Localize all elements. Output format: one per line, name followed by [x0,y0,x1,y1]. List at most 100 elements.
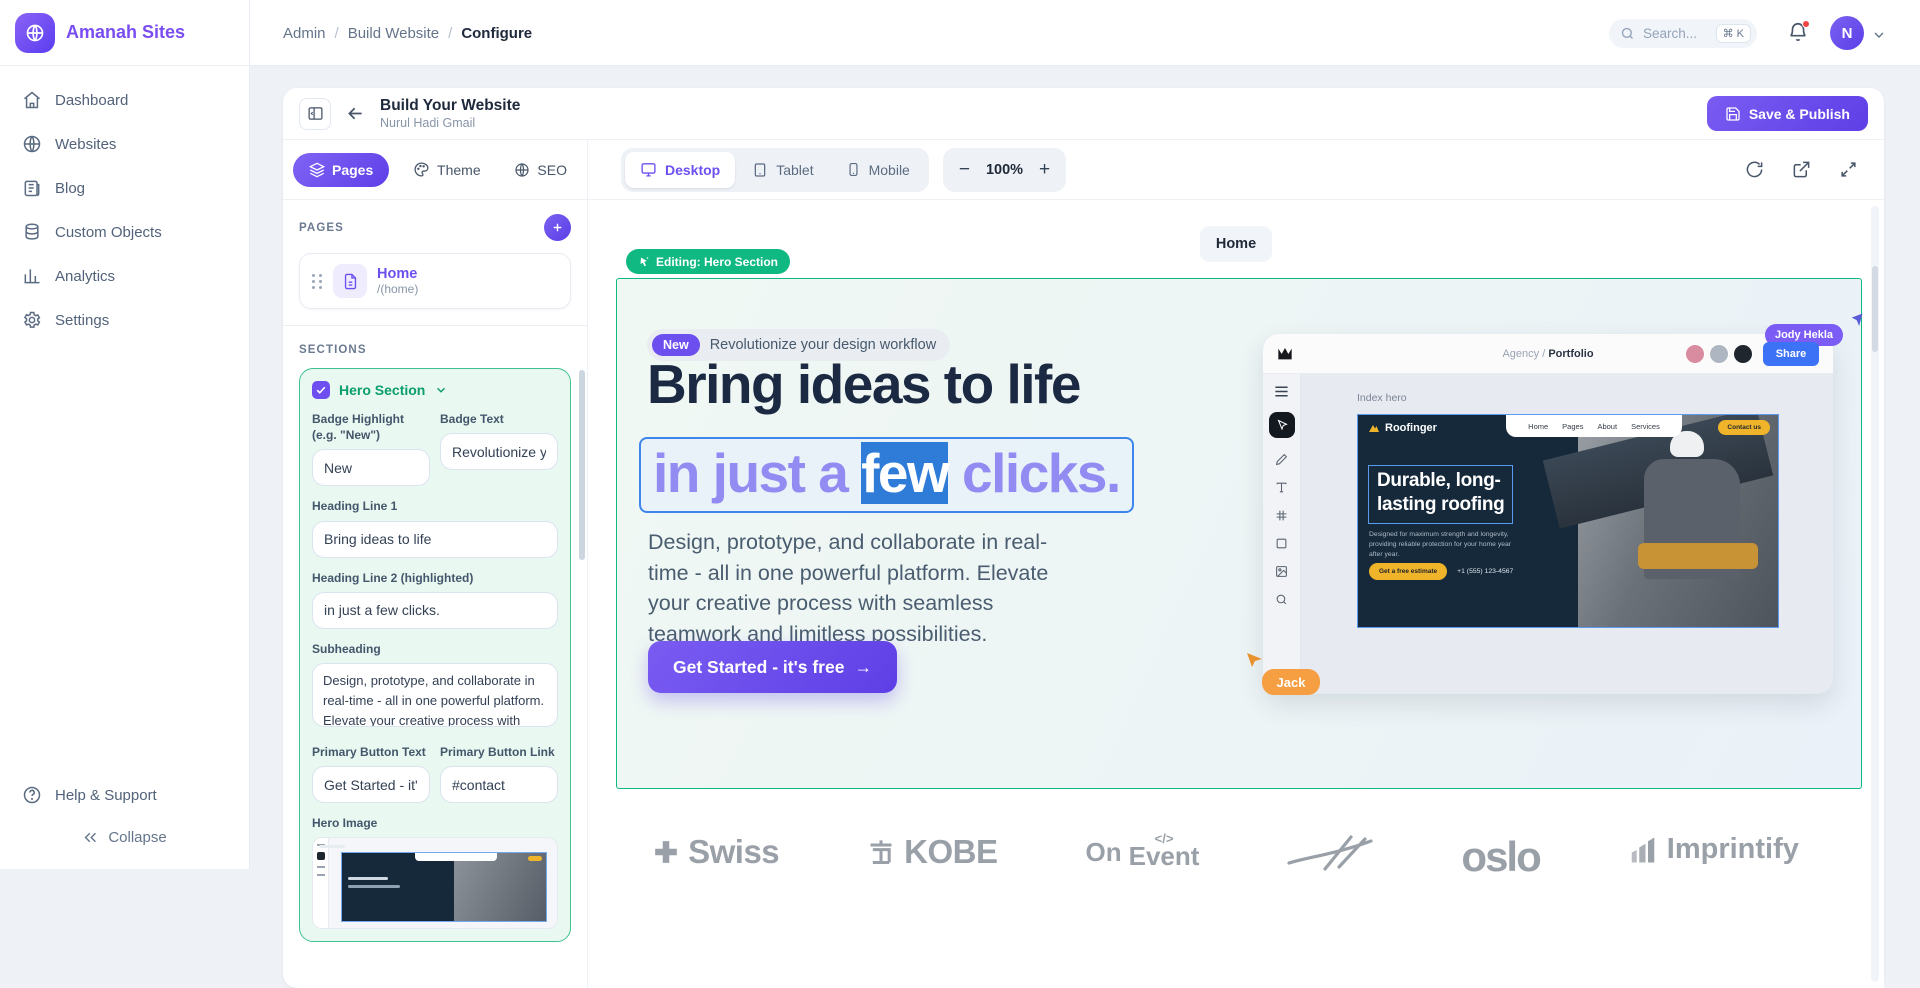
hero-image-thumbnail[interactable] [312,837,558,929]
device-tablet[interactable]: Tablet [737,152,828,188]
roofinger-cta-button: Get a free estimate [1369,563,1447,580]
hero-heading-line2-post: clicks. [948,442,1119,504]
hero-heading-line1[interactable]: Bring ideas to life [647,353,1080,416]
hero-cta-button[interactable]: Get Started - it's free → [648,641,897,693]
search-icon [1620,26,1635,41]
save-publish-button[interactable]: Save & Publish [1707,96,1868,131]
primary-button-text-input[interactable] [312,766,430,803]
search-input[interactable]: Search... ⌘ K [1609,19,1757,48]
user-menu-chevron[interactable] [1871,27,1887,43]
zoom-out-button[interactable]: − [959,160,970,179]
drag-handle-icon[interactable] [312,274,323,289]
builder-subtitle: Nurul Hadi Gmail [380,116,520,130]
page-name: Home [377,266,418,282]
badge-text-label: Badge Text [440,411,558,427]
heading1-input[interactable] [312,521,558,558]
kobe-mark-icon [867,838,895,866]
signature-icon [1287,833,1373,873]
device-mobile-label: Mobile [869,162,910,178]
page-item-home[interactable]: Home /(home) [299,253,571,309]
tab-seo[interactable]: SEO [504,153,577,187]
mockup-breadcrumb-left: Agency [1502,348,1539,360]
sidebar-item-custom-objects[interactable]: Custom Objects [12,210,237,254]
gear-icon [22,310,42,330]
zoom-tool-icon [1275,593,1288,606]
panel-scrollbar[interactable] [579,370,585,560]
toggle-panel-button[interactable] [299,98,331,130]
device-desktop[interactable]: Desktop [625,152,735,188]
building-bars-icon [1628,835,1658,865]
arrow-left-icon [345,103,366,124]
sidebar-item-help[interactable]: Help & Support [12,773,237,817]
hero-subheading[interactable]: Design, prototype, and collaborate in re… [648,527,1080,649]
brand[interactable]: Amanah Sites [0,0,249,66]
back-button[interactable] [345,103,366,124]
device-mobile[interactable]: Mobile [831,152,925,188]
preview-toolbar: Desktop Tablet Mobile − 100% + [588,140,1884,200]
hero-section-header[interactable]: Hero Section [312,381,558,399]
heading1-label: Heading Line 1 [312,498,558,514]
preview-scrollbar-thumb[interactable] [1872,266,1878,352]
add-page-button[interactable] [544,214,571,241]
breadcrumb-configure: Configure [461,25,532,42]
roofinger-subtext: Designed for maximum strength and longev… [1369,530,1521,561]
logo-swiss: Swiss [653,833,779,871]
primary-button-link-label: Primary Button Link [440,744,558,760]
chevrons-left-icon [82,829,99,846]
logo-event-label: Event [1129,845,1200,868]
brand-name: Amanah Sites [66,22,185,43]
preview-nav-home[interactable]: Home [1200,226,1272,262]
sidebar-item-label: Custom Objects [55,224,162,241]
breadcrumb-admin[interactable]: Admin [283,25,326,42]
heading2-input[interactable] [312,592,558,629]
badge-text-input[interactable] [440,433,558,470]
primary-button-link-input[interactable] [440,766,558,803]
badge-highlight-input[interactable] [312,449,430,486]
breadcrumb-separator: / [335,25,339,42]
smartphone-icon [846,162,861,177]
sidebar-help-label: Help & Support [55,787,157,804]
builder-card: Build Your Website Nurul Hadi Gmail Save… [283,88,1884,988]
roofinger-nav-pages: Pages [1562,422,1583,431]
mockup-breadcrumb-separator: / [1542,348,1545,360]
chevron-down-icon[interactable] [434,383,448,397]
mockup-breadcrumb-right: Portfolio [1548,348,1593,360]
builder-header: Build Your Website Nurul Hadi Gmail Save… [283,88,1884,140]
user-avatar[interactable]: N [1830,16,1864,50]
sidebar-item-dashboard[interactable]: Dashboard [12,78,237,122]
home-icon [22,90,42,110]
breadcrumb-build-website[interactable]: Build Website [348,25,439,42]
fullscreen-button[interactable] [1839,160,1858,179]
refresh-button[interactable] [1745,160,1764,179]
tab-theme-label: Theme [437,162,481,178]
jack-cursor-icon [1243,649,1267,673]
hero-section-checkbox[interactable] [312,381,330,399]
sidebar-item-analytics[interactable]: Analytics [12,254,237,298]
roofinger-site-frame: Roofinger Home Pages About Services Cont… [1357,414,1779,628]
preview-scrollbar[interactable] [1871,206,1879,982]
mockup-canvas: Index hero Roofinger Home [1301,374,1833,694]
hero-section-title: Hero Section [339,382,425,398]
zoom-in-button[interactable]: + [1039,160,1050,179]
logo-kobe: KOBE [867,833,997,871]
tab-theme[interactable]: Theme [403,153,491,187]
cursor-sparkle-icon [638,256,650,268]
subheading-textarea[interactable]: Design, prototype, and collaborate in re… [312,663,558,727]
open-external-button[interactable] [1792,160,1811,179]
sidebar-collapse-button[interactable]: Collapse [12,817,237,857]
sidebar-item-settings[interactable]: Settings [12,298,237,342]
badge-highlight-label: Badge Highlight (e.g. "New") [312,411,430,443]
hero-section-preview[interactable]: New Revolutionize your design workflow B… [616,278,1862,789]
cursor-tool-icon [1269,412,1295,438]
tab-pages[interactable]: Pages [293,153,389,187]
roofinger-headline-line1: Durable, long- [1377,469,1504,493]
text-tool-icon [1275,481,1288,494]
tab-pages-label: Pages [332,162,373,178]
hero-heading-line2[interactable]: in just a few clicks. [639,437,1134,513]
roofinger-headline-line2: lasting roofing [1377,493,1504,517]
client-logos: Swiss KOBE On </> Event [588,833,1864,881]
save-publish-label: Save & Publish [1749,106,1850,122]
notifications-button[interactable] [1787,21,1811,45]
sidebar-item-blog[interactable]: Blog [12,166,237,210]
sidebar-item-websites[interactable]: Websites [12,122,237,166]
